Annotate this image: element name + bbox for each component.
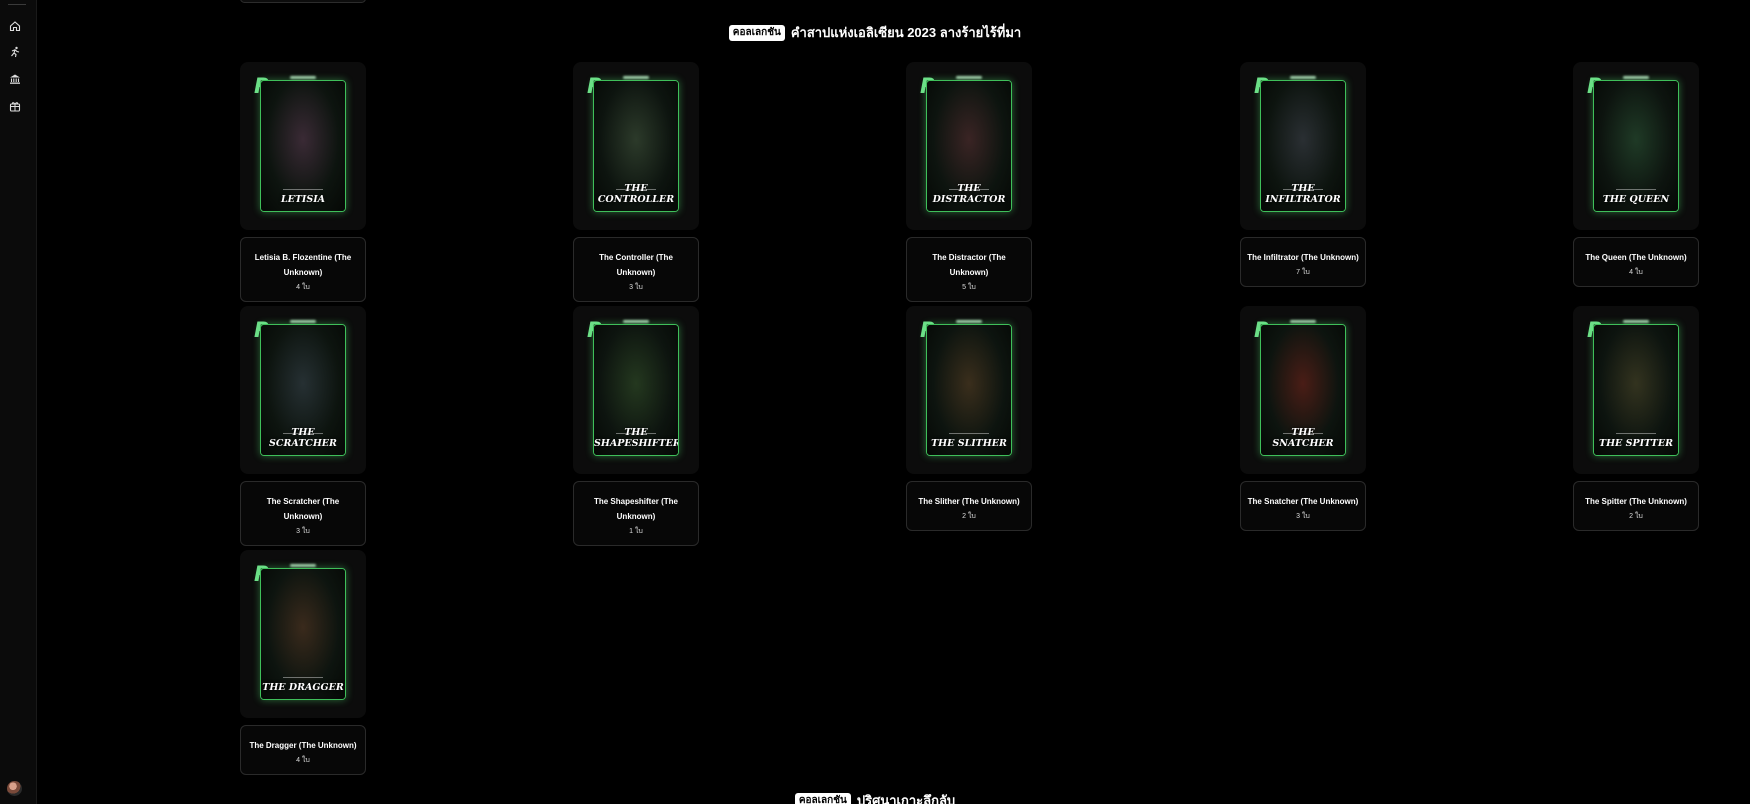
card-illustration (261, 569, 345, 699)
card-frame: THE INFILTRATOR (1260, 80, 1346, 212)
card-art-label: THE CONTROLLER (597, 183, 675, 205)
card-glow (956, 76, 982, 79)
card-count: 5 ใบ (962, 284, 976, 291)
card-title: The Dragger (The Unknown) (249, 741, 357, 750)
sidebar-divider (8, 4, 26, 5)
card-art-label: THE SLITHER (931, 438, 1007, 449)
section-title: คำสาปแห่งเอลิเซียน 2023 ลางร้ายไร้ที่มา (790, 25, 1022, 40)
card-artwork[interactable]: R THE INFILTRATOR (1240, 62, 1366, 230)
card-info[interactable]: The Snatcher (The Unknown) 3 ใบ (1240, 481, 1366, 531)
card-count: 2 ใบ (1629, 513, 1643, 520)
card-glow (1623, 320, 1649, 323)
card-subtitle-line (261, 189, 345, 191)
card-glow (290, 564, 316, 567)
section-header-next: คอลเลกชัน ปริศนาเกาะลึกลับ (0, 790, 1750, 804)
card-info[interactable]: The Dragger (The Unknown) 4 ใบ (240, 725, 366, 775)
card-title: The Scratcher (The Unknown) (266, 497, 340, 521)
runner-icon[interactable] (7, 44, 23, 60)
card-info[interactable]: The Distractor (The Unknown) 5 ใบ (906, 237, 1032, 302)
card-info[interactable]: The Spitter (The Unknown) 2 ใบ (1573, 481, 1699, 531)
card-count: 4 ใบ (296, 284, 310, 291)
card-art-label: THE SCRATCHER (269, 427, 337, 449)
card-art-label: THE QUEEN (1602, 194, 1670, 205)
card-art-label: THE SNATCHER (1272, 427, 1334, 449)
card-title: Letisia B. Flozentine (The Unknown) (254, 253, 352, 277)
gift-icon[interactable] (7, 98, 23, 114)
card-illustration (927, 325, 1011, 455)
card-frame: THE DRAGGER (260, 568, 346, 700)
card-artwork[interactable]: R THE DRAGGER (240, 550, 366, 718)
card-count: 3 ใบ (1296, 513, 1310, 520)
card-title: The Distractor (The Unknown) (932, 253, 1006, 277)
collection-badge: คอลเลกชัน (794, 792, 851, 804)
card-illustration (1594, 81, 1678, 211)
card-count: 4 ใบ (296, 757, 310, 764)
card-frame: THE SLITHER (926, 324, 1012, 456)
card-subtitle-line (927, 433, 1011, 435)
card-illustration (1594, 325, 1678, 455)
card-title: The Infiltrator (The Unknown) (1247, 253, 1359, 262)
card-artwork[interactable]: R THE CONTROLLER (573, 62, 699, 230)
card-subtitle-line (1594, 433, 1678, 435)
card-frame: LETISIA (260, 80, 346, 212)
card-glow (1290, 76, 1316, 79)
card-glow (290, 320, 316, 323)
card-illustration (261, 81, 345, 211)
collection-badge: คอลเลกชัน (728, 24, 785, 41)
card-art-label: THE SPITTER (1599, 438, 1673, 449)
card-title: The Controller (The Unknown) (599, 253, 673, 277)
card-count: 4 ใบ (1629, 269, 1643, 276)
card-count: 3 ใบ (629, 284, 643, 291)
card-art-label: THE DRAGGER (262, 682, 344, 693)
card-title: The Queen (The Unknown) (1585, 253, 1687, 262)
card-info[interactable]: The Shapeshifter (The Unknown) 1 ใบ (573, 481, 699, 546)
card-artwork[interactable]: R THE QUEEN (1573, 62, 1699, 230)
card-info[interactable]: The Queen (The Unknown) 4 ใบ (1573, 237, 1699, 287)
section-title: ปริศนาเกาะลึกลับ (856, 793, 956, 804)
card-title: The Snatcher (The Unknown) (1247, 497, 1359, 506)
card-glow (956, 320, 982, 323)
card-count: 7 ใบ (1296, 269, 1310, 276)
card-count: 1 ใบ (629, 528, 643, 535)
card-info[interactable]: The Controller (The Unknown) 3 ใบ (573, 237, 699, 302)
card-glow (1623, 76, 1649, 79)
card-artwork[interactable]: R LETISIA (240, 62, 366, 230)
section-header: คอลเลกชัน คำสาปแห่งเอลิเซียน 2023 ลางร้า… (0, 22, 1750, 43)
card-art-label: THE DISTRACTOR (932, 183, 1006, 205)
sidebar (0, 0, 37, 804)
card-info[interactable]: The Infiltrator (The Unknown) 7 ใบ (1240, 237, 1366, 287)
card-frame: THE CONTROLLER (593, 80, 679, 212)
card-frame: THE SNATCHER (1260, 324, 1346, 456)
card-artwork[interactable]: R THE DISTRACTOR (906, 62, 1032, 230)
card-glow (1290, 320, 1316, 323)
card-art-label: THE SHAPESHIFTER (594, 427, 679, 449)
card-info[interactable]: Letisia B. Flozentine (The Unknown) 4 ใบ (240, 237, 366, 302)
card-frame: THE QUEEN (1593, 80, 1679, 212)
card-title: The Slither (The Unknown) (918, 497, 1020, 506)
card-art-label: THE INFILTRATOR (1265, 183, 1341, 205)
card-glow (623, 76, 649, 79)
card-frame: THE SHAPESHIFTER (593, 324, 679, 456)
previous-card-edge (240, 0, 366, 3)
card-frame: THE DISTRACTOR (926, 80, 1012, 212)
card-frame: THE SPITTER (1593, 324, 1679, 456)
card-frame: THE SCRATCHER (260, 324, 346, 456)
card-title: The Shapeshifter (The Unknown) (593, 497, 678, 521)
card-artwork[interactable]: R THE SNATCHER (1240, 306, 1366, 474)
card-artwork[interactable]: R THE SPITTER (1573, 306, 1699, 474)
card-glow (623, 320, 649, 323)
card-count: 2 ใบ (962, 513, 976, 520)
card-count: 3 ใบ (296, 528, 310, 535)
card-title: The Spitter (The Unknown) (1585, 497, 1687, 506)
card-subtitle-line (1594, 189, 1678, 191)
card-info[interactable]: The Slither (The Unknown) 2 ใบ (906, 481, 1032, 531)
card-info[interactable]: The Scratcher (The Unknown) 3 ใบ (240, 481, 366, 546)
card-art-label: LETISIA (280, 194, 326, 205)
card-artwork[interactable]: R THE SCRATCHER (240, 306, 366, 474)
card-artwork[interactable]: R THE SHAPESHIFTER (573, 306, 699, 474)
card-subtitle-line (261, 677, 345, 679)
bank-icon[interactable] (7, 71, 23, 87)
card-artwork[interactable]: R THE SLITHER (906, 306, 1032, 474)
card-glow (290, 76, 316, 79)
